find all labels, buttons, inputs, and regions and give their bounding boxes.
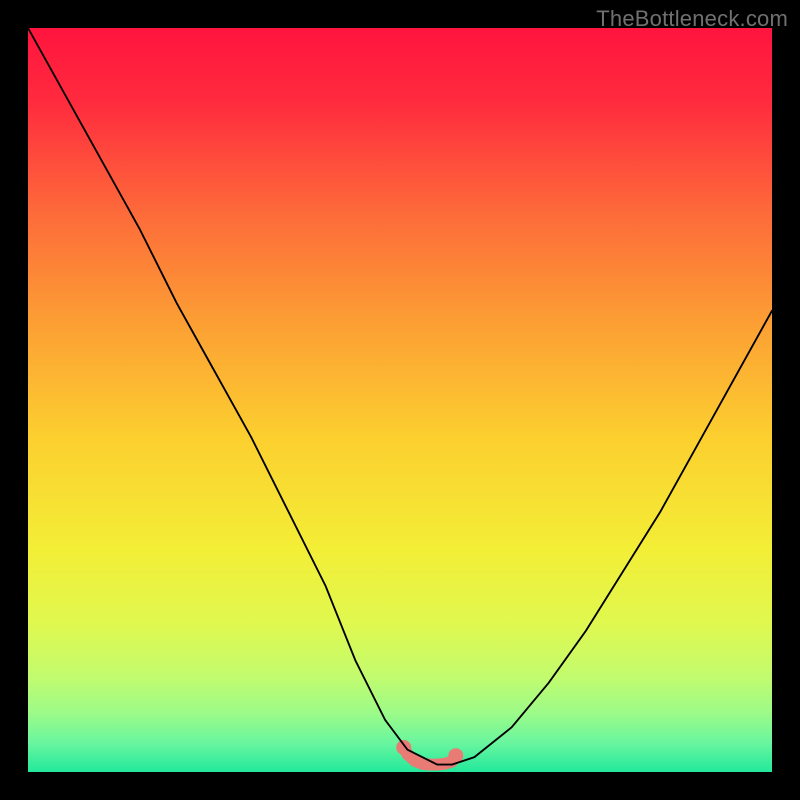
plot-area xyxy=(28,28,772,772)
curve-layer xyxy=(28,28,772,772)
threshold-overlay xyxy=(404,747,456,764)
threshold-dot-left xyxy=(396,740,411,755)
bottleneck-curve xyxy=(28,28,772,765)
watermark-text: TheBottleneck.com xyxy=(596,6,788,32)
chart-stage: TheBottleneck.com xyxy=(0,0,800,800)
